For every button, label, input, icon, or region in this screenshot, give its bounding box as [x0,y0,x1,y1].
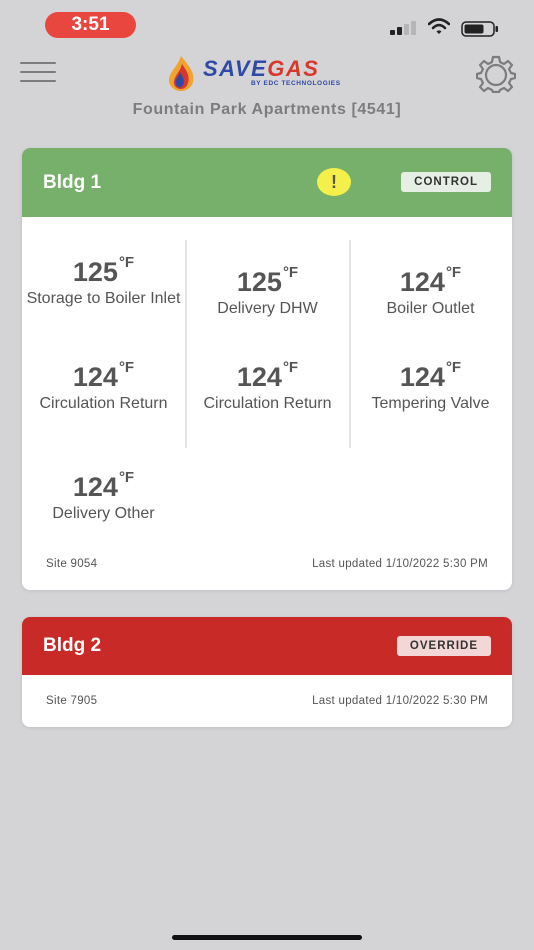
sensor-delivery-other: 124°F Delivery Other [22,467,185,524]
mode-badge-control: CONTROL [401,172,491,192]
sensor-circulation-return: 124°F Circulation Return [186,357,349,414]
sensor-label: Delivery DHW [217,300,318,317]
sensor-label: Circulation Return [203,395,332,412]
battery-icon [461,21,498,37]
cellular-signal-icon [390,21,416,35]
property-title: Fountain Park Apartments [4541] [132,101,402,118]
sensor-temperature: 124°F [236,359,299,392]
savegas-logo: SAVEGAS BY EDC TECHNOLOGIES [165,54,375,94]
settings-gear-icon[interactable] [476,55,516,93]
building-card-header[interactable]: Bldg 1 ! CONTROL [22,148,512,217]
sensor-label: Tempering Valve [371,395,490,412]
sensor-label: Boiler Outlet [386,300,475,317]
mode-badge-override: OVERRIDE [396,636,491,656]
sensor-label: Storage to Boiler Inlet [26,290,181,307]
site-id: Site 7905 [46,695,98,707]
last-updated: Last updated 1/10/2022 5:30 PM [312,695,488,707]
sensor-temperature: 124°F [399,264,462,297]
building-card-2[interactable]: Bldg 2 OVERRIDE Site 7905 Last updated 1… [22,617,512,727]
sensor-label: Delivery Other [52,505,155,522]
sensor-temperature: 124°F [72,469,135,502]
sensor-temperature: 124°F [72,359,135,392]
sensor-temperature: 125°F [236,264,299,297]
sensor-label: Circulation Return [39,395,168,412]
home-indicator[interactable] [172,935,362,940]
sensor-boiler-outlet: 124°F Boiler Outlet [349,262,512,319]
sensor-delivery-dhw: 125°F Delivery DHW [186,262,349,319]
hamburger-menu-icon[interactable] [20,62,56,82]
building-name: Bldg 2 [43,635,102,656]
site-id: Site 9054 [46,558,98,570]
sensor-circulation-return: 124°F Circulation Return [22,357,185,414]
logo-subtitle: BY EDC TECHNOLOGIES [251,80,341,87]
status-bar: 3:51 [0,0,534,50]
status-time: 3:51 [45,12,136,38]
sensor-temperature: 125°F [72,254,135,287]
sensor-tempering-valve: 124°F Tempering Valve [349,357,512,414]
building-name: Bldg 1 [43,172,102,193]
logo-wordmark: SAVEGAS [203,56,320,81]
building-card-1[interactable]: Bldg 1 ! CONTROL 125°F Storage to Boiler… [22,148,512,590]
sensor-temperature: 124°F [399,359,462,392]
flame-icon [169,56,194,91]
warning-alert-icon[interactable]: ! [317,168,351,196]
sensor-storage-to-boiler-inlet: 125°F Storage to Boiler Inlet [22,252,185,309]
last-updated: Last updated 1/10/2022 5:30 PM [312,558,488,570]
wifi-icon [428,18,450,34]
building-card-header[interactable]: Bldg 2 OVERRIDE [22,617,512,675]
